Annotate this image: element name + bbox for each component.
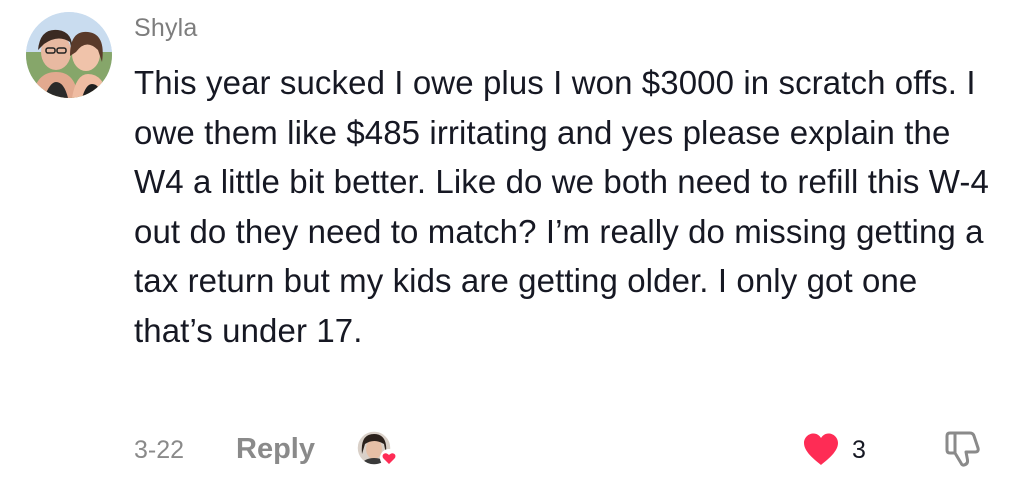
like-count: 3	[852, 436, 866, 464]
creator-liked-avatar	[356, 430, 400, 470]
comment-actions: 3-22 Reply 3	[134, 428, 994, 472]
comment-item: Shyla This year sucked I owe plus I won …	[0, 0, 1024, 488]
avatar-photo	[26, 12, 112, 98]
liked-by-creator-heart-icon	[380, 449, 398, 467]
comment-date: 3-22	[134, 436, 185, 464]
reply-button[interactable]: Reply	[236, 433, 315, 466]
user-avatar[interactable]	[26, 12, 112, 98]
like-control: 3	[802, 430, 892, 470]
comment-username[interactable]: Shyla	[134, 14, 198, 43]
comment-text: This year sucked I owe plus I won $3000 …	[134, 64, 989, 349]
thumbs-down-icon[interactable]	[942, 430, 984, 473]
heart-icon[interactable]	[802, 432, 840, 471]
